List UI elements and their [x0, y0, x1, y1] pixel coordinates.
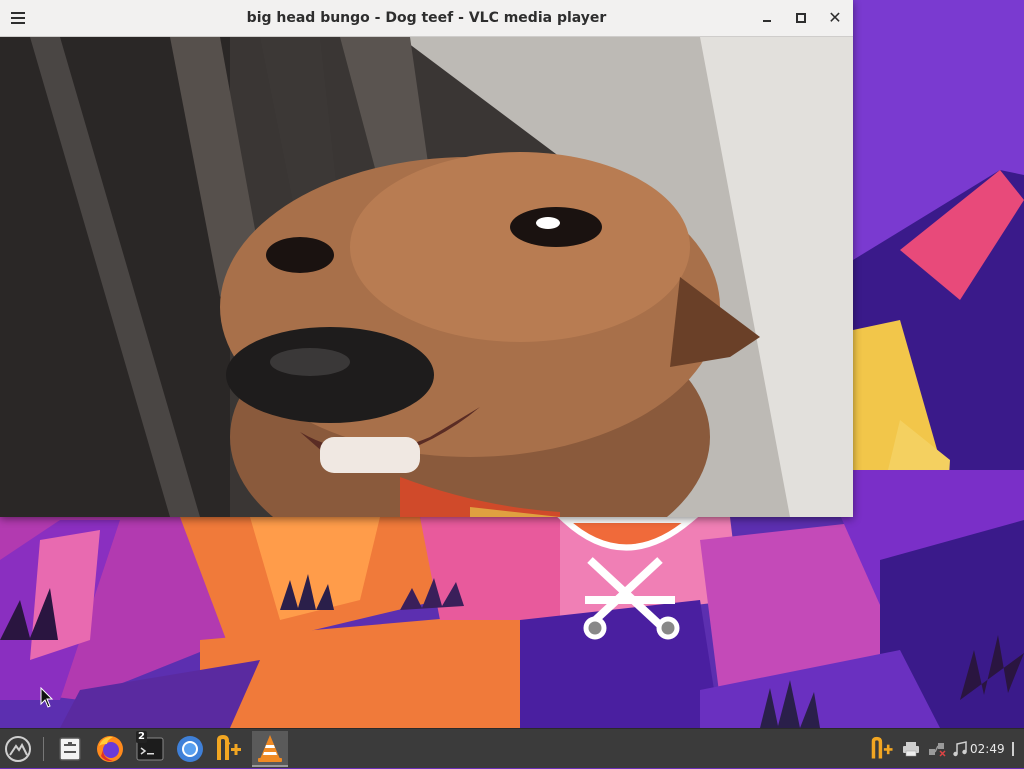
- start-menu-button[interactable]: [0, 731, 36, 767]
- close-icon: ✕: [828, 8, 842, 27]
- video-image: [0, 37, 853, 517]
- hamburger-menu-icon[interactable]: [4, 6, 32, 30]
- clock[interactable]: 02:49: [970, 729, 1005, 769]
- taskbar-separator: [43, 737, 44, 761]
- taskbar-terminal[interactable]: 2: [132, 731, 168, 767]
- title-bar[interactable]: big head bungo - Dog teef - VLC media pl…: [0, 0, 853, 37]
- tray-volume[interactable]: [950, 737, 970, 761]
- taskbar: 2 02:49: [0, 728, 1024, 768]
- printer-icon: [903, 742, 919, 757]
- taskbar-nplus-app[interactable]: [212, 731, 248, 767]
- nplus-tray-icon: [871, 736, 893, 759]
- minimize-button[interactable]: [754, 6, 780, 30]
- chromium-icon: [177, 736, 203, 762]
- close-button[interactable]: ✕: [822, 6, 848, 30]
- tray-network[interactable]: [926, 737, 948, 761]
- firefox-icon: [97, 736, 123, 762]
- taskbar-chromium[interactable]: [172, 731, 208, 767]
- nplus-app-icon: [217, 734, 241, 760]
- mouse-cursor-icon: [40, 687, 54, 708]
- minimize-icon: [763, 20, 771, 22]
- window-title: big head bungo - Dog teef - VLC media pl…: [246, 10, 607, 26]
- vlc-window: big head bungo - Dog teef - VLC media pl…: [0, 0, 853, 517]
- maximize-icon: [796, 13, 806, 23]
- video-frame[interactable]: [0, 37, 853, 517]
- taskbar-vlc[interactable]: [252, 731, 288, 767]
- music-icon: [953, 741, 967, 757]
- network-disconnected-icon: [929, 743, 946, 757]
- tray-printer[interactable]: [900, 737, 922, 761]
- taskbar-file-manager[interactable]: [52, 731, 88, 767]
- maximize-button[interactable]: [788, 6, 814, 30]
- terminal-window-count-badge: 2: [136, 731, 147, 743]
- power-icon: [1012, 742, 1014, 756]
- file-manager-icon: [59, 737, 81, 761]
- start-menu-icon: [5, 736, 31, 762]
- tray-nplus[interactable]: [870, 736, 896, 761]
- power-button[interactable]: [1008, 737, 1024, 761]
- taskbar-firefox[interactable]: [92, 731, 128, 767]
- vlc-icon: [258, 735, 282, 762]
